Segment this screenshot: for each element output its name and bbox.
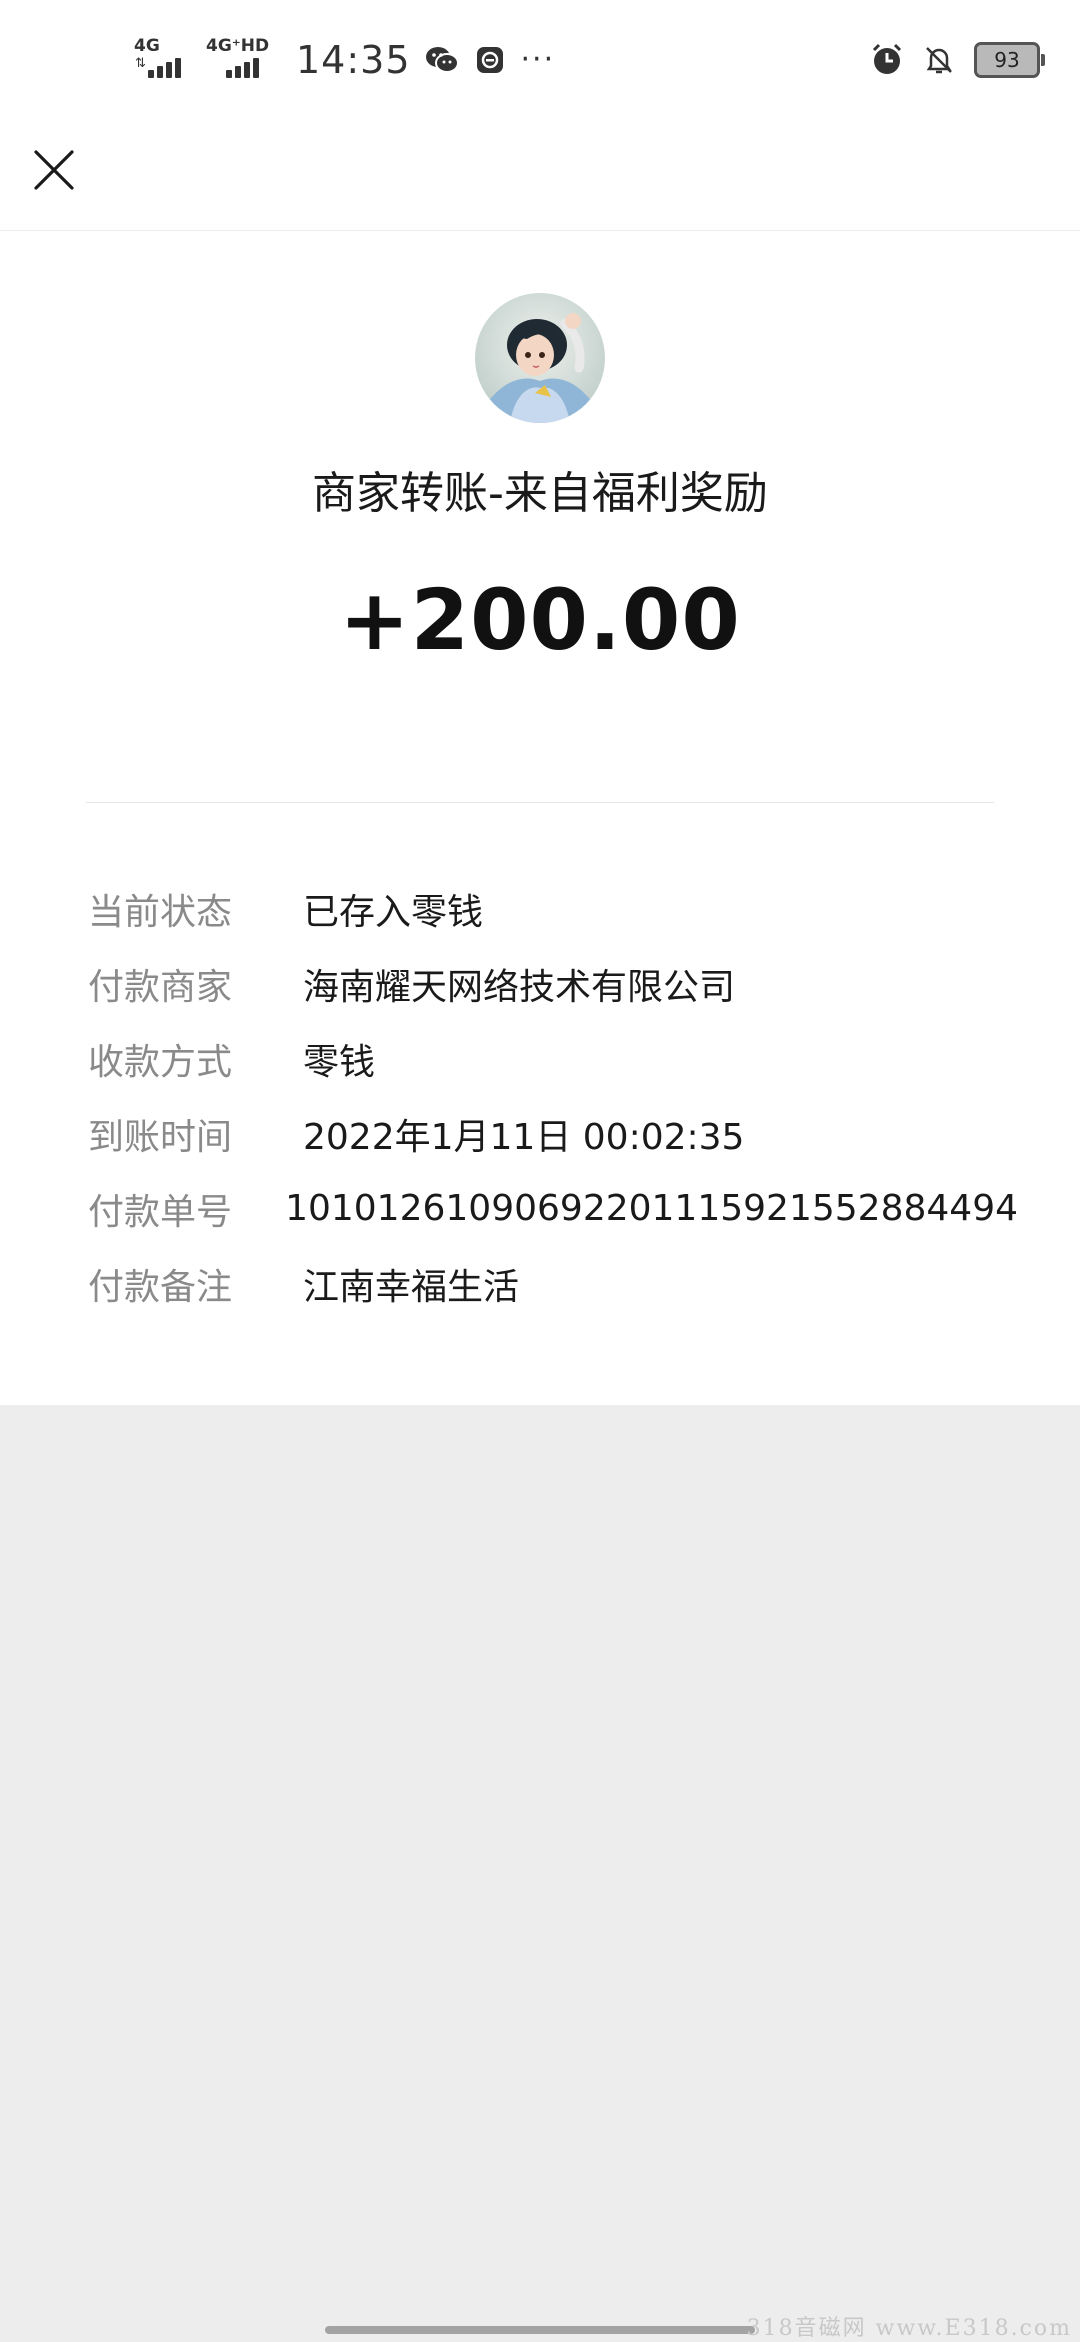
merchant-avatar (475, 293, 605, 423)
detail-label: 付款备注 (88, 1266, 233, 1308)
detail-label: 到账时间 (88, 1116, 233, 1158)
detail-list: 当前状态 已存入零钱 付款商家 海南耀天网络技术有限公司 收款方式 零钱 到账时… (88, 871, 1018, 1321)
close-icon (34, 150, 74, 190)
transfer-title: 商家转账-来自福利奖励 (312, 468, 768, 519)
signal-bars-icon (226, 58, 259, 78)
bell-off-icon (922, 43, 956, 77)
battery-level: 93 (994, 48, 1020, 72)
signal-4g-1: 4G ⇅ (134, 38, 192, 82)
battery-icon: 93 (974, 42, 1045, 78)
status-bar-left: 4G ⇅ 4G⁺HD 14:35 ··· (134, 34, 555, 86)
detail-value: 已存入零钱 (303, 891, 484, 933)
detail-value: 海南耀天网络技术有限公司 (303, 966, 736, 1008)
more-dots-icon: ··· (520, 42, 556, 77)
chat-bubble-icon (473, 43, 507, 77)
detail-label: 当前状态 (88, 891, 233, 933)
detail-value: 零钱 (303, 1041, 376, 1083)
divider (86, 802, 994, 803)
close-button[interactable] (24, 140, 84, 200)
detail-row-method: 收款方式 零钱 (88, 1021, 1018, 1096)
signal-bars-icon (148, 58, 181, 78)
detail-row-status: 当前状态 已存入零钱 (88, 871, 1018, 946)
home-indicator[interactable] (325, 2326, 755, 2334)
detail-label: 收款方式 (88, 1041, 233, 1083)
data-arrows-icon: ⇅ (135, 56, 146, 71)
transfer-amount: +200.00 (339, 571, 741, 669)
watermark: 318音磁网 www.E318.com (746, 2316, 1072, 2341)
status-bar: 4G ⇅ 4G⁺HD 14:35 ··· 93 (0, 0, 1080, 120)
detail-value[interactable]: 101012610906922011159215528844​94 (285, 1188, 1018, 1229)
detail-value: 2022年1月11日 00:02:35 (303, 1116, 745, 1158)
detail-row-merchant: 付款商家 海南耀天网络技术有限公司 (88, 946, 1018, 1021)
signal-4g-2: 4G⁺HD (206, 38, 276, 82)
top-navigation-bar (0, 120, 1080, 231)
detail-value: 江南幸福生活 (303, 1266, 520, 1308)
network-type-label: 4G (134, 36, 160, 56)
detail-label: 付款单号 (88, 1191, 233, 1233)
transfer-detail-card: 商家转账-来自福利奖励 +200.00 当前状态 已存入零钱 付款商家 海南耀天… (0, 231, 1080, 1405)
detail-label: 付款商家 (88, 966, 233, 1008)
clock-time: 14:35 (296, 38, 411, 82)
detail-row-arrival-time: 到账时间 2022年1月11日 00:02:35 (88, 1096, 1018, 1171)
status-bar-right: 93 (870, 38, 1045, 82)
wechat-icon (425, 43, 459, 77)
network-type-label: 4G⁺HD (206, 36, 270, 56)
detail-row-order-number: 付款单号 101012610906922011159215528844​94 (88, 1171, 1018, 1246)
detail-row-remark: 付款备注 江南幸福生活 (88, 1246, 1018, 1321)
alarm-icon (870, 43, 904, 77)
